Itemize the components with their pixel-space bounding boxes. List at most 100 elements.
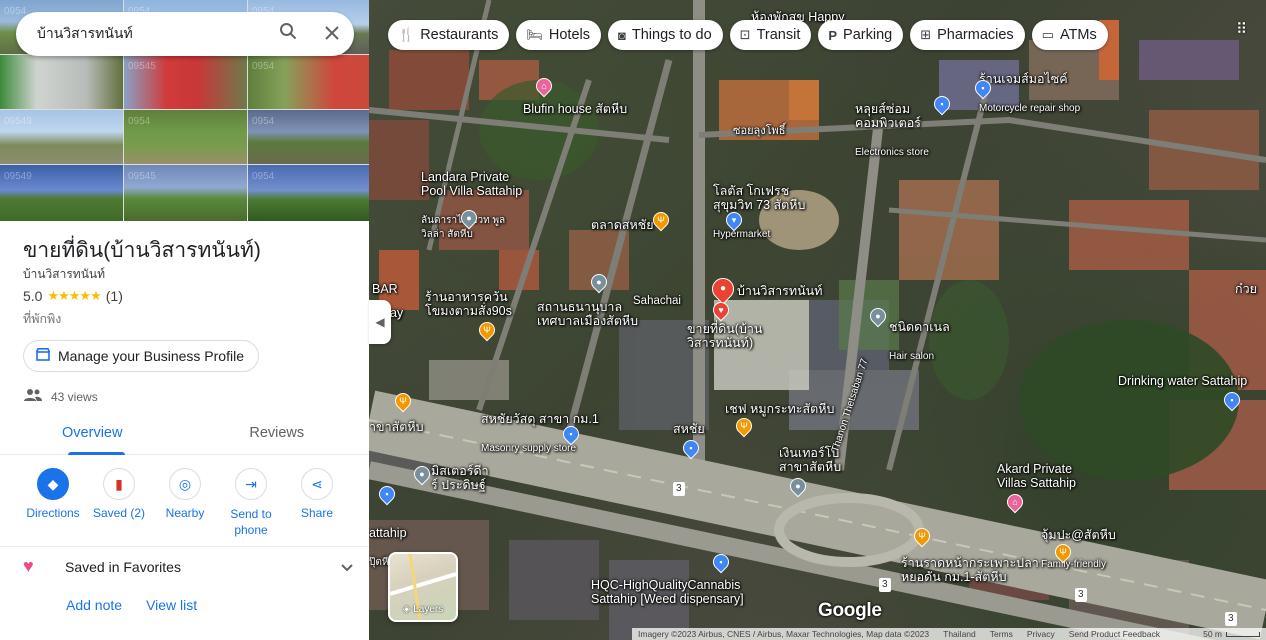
apps-grid-icon[interactable]: ⠿: [1236, 20, 1258, 42]
label-ratcha[interactable]: ร้านราดหน้ากระเพาะปลา หยอดัน กม.1-สัตหีบ: [901, 556, 1039, 584]
chip-parking[interactable]: P Parking: [818, 20, 904, 50]
place-photo[interactable]: 09545: [124, 165, 247, 221]
review-count[interactable]: (1): [106, 288, 123, 304]
store-pin-icon[interactable]: ▪: [559, 422, 583, 446]
footer-privacy[interactable]: Privacy: [1027, 629, 1055, 639]
label-lotus-name: โลตัส โกเฟรช สุขุมวิท 73 สัตหีบ: [713, 184, 806, 212]
saved-button[interactable]: ▮ Saved (2): [86, 468, 152, 538]
chip-atms[interactable]: ▭ ATMs: [1031, 20, 1108, 50]
label-place-pin[interactable]: บ้านวิสารทนันท์: [737, 284, 822, 298]
place-photo[interactable]: 0954: [248, 110, 369, 164]
label-place-pin-2[interactable]: ขายที่ดิน(บ้าน วิสารทนันท์): [687, 322, 762, 350]
action-label: Share: [300, 506, 334, 520]
manage-profile-button[interactable]: Manage your Business Profile: [23, 340, 259, 372]
people-icon: [23, 388, 43, 405]
add-note-link[interactable]: Add note: [66, 597, 122, 613]
chip-transit[interactable]: ⊡ Transit: [729, 20, 812, 50]
label-hqc[interactable]: HQC-HighQualityCannabis Sattahip [Weed d…: [591, 578, 744, 606]
view-list-link[interactable]: View list: [146, 597, 197, 613]
label-water[interactable]: Drinking water Sattahip: [1118, 374, 1247, 388]
store-pin-icon[interactable]: ▪: [375, 482, 399, 506]
label-computer[interactable]: หลุยส์ซ่อม คอมพิวเตอร์ Electronics store: [855, 88, 929, 158]
label-sattahip-name: attahip: [369, 526, 407, 540]
directions-button[interactable]: ◆ Directions: [20, 468, 86, 538]
tab-overview[interactable]: Overview: [0, 414, 185, 455]
bed-icon: 🛏: [526, 27, 543, 42]
label-kokui[interactable]: ก๋วย: [1235, 282, 1257, 296]
label-blufin[interactable]: Blufin house สัตหีบ: [523, 102, 627, 116]
layers-button[interactable]: ◈ Layers: [388, 552, 458, 622]
place-photo[interactable]: 09549: [0, 165, 123, 221]
satellite-map[interactable]: ห้องพักสุข Happy ร้านเจมส์มอไซค์ Motorcy…: [369, 0, 1266, 640]
chevron-down-icon[interactable]: [341, 559, 353, 575]
place-photo[interactable]: 0954: [248, 55, 369, 109]
label-restaurant[interactable]: ร้านอาหารควัน โขมงตามสั่ง90s: [425, 290, 512, 318]
search-icon[interactable]: [266, 22, 310, 46]
label-sahachai-2[interactable]: สหชัย: [673, 422, 705, 436]
chip-things-to-do[interactable]: ◙ Things to do: [608, 20, 723, 50]
heart-icon: ♥: [23, 556, 34, 576]
moto-pin-icon[interactable]: ▪: [971, 76, 995, 100]
hypermarket-pin-icon[interactable]: ▾: [722, 208, 746, 232]
store-pin-icon[interactable]: ▪: [709, 550, 733, 574]
collapse-panel-button[interactable]: ◀: [369, 300, 391, 344]
route-shield: 3: [673, 482, 685, 496]
market-pin-icon[interactable]: Ψ: [649, 208, 673, 232]
star-icon: ★★★★★: [47, 288, 101, 303]
send-to-phone-button[interactable]: ⇥ Send to phone: [218, 468, 284, 538]
hotel-pin-icon[interactable]: ●: [457, 206, 481, 230]
hotel-pin-icon[interactable]: ⌂: [532, 74, 556, 98]
place-photo[interactable]: 0954: [248, 165, 369, 221]
action-buttons: ◆ Directions ▮ Saved (2) ◎ Nearby ⇥ Send…: [0, 468, 369, 538]
footer-terms[interactable]: Terms: [990, 629, 1013, 639]
search-input[interactable]: บ้านวิสารทนันท์: [16, 23, 266, 45]
label-salon[interactable]: ชนิดดาเนล Hair salon: [889, 306, 950, 362]
place-photo[interactable]: 09545: [124, 55, 247, 109]
saved-in-list[interactable]: ♥ Saved in Favorites: [23, 556, 353, 577]
nearby-button[interactable]: ◎ Nearby: [152, 468, 218, 538]
chip-hotels[interactable]: 🛏 Hotels: [516, 20, 601, 50]
place-photo[interactable]: 0954: [124, 110, 247, 164]
route-shield: 3: [879, 578, 891, 592]
label-chef[interactable]: เชฟ หมูกระทะสัตหีบ: [725, 402, 834, 416]
label-health[interactable]: สถานธนานุบาล เทศบาลเมืองสัตหีบ: [537, 300, 638, 328]
hotel-pin-icon[interactable]: ⌂: [1003, 490, 1027, 514]
chip-pharmacies[interactable]: ⊞ Pharmacies: [910, 20, 1025, 50]
saved-heart-pin-icon[interactable]: ♥: [709, 298, 733, 322]
share-button[interactable]: ⋖ Share: [284, 468, 350, 538]
restaurant-pin-icon[interactable]: Ψ: [391, 389, 415, 413]
store-pin-icon[interactable]: ▪: [679, 436, 703, 460]
footer-feedback[interactable]: Send Product Feedback: [1069, 629, 1160, 639]
water-pin-icon[interactable]: ▪: [1220, 388, 1244, 412]
restaurant-pin-icon[interactable]: Ψ: [475, 318, 499, 342]
restaurant-pin-icon[interactable]: Ψ: [910, 524, 934, 548]
label-mister[interactable]: มิสเตอร์ดีา ร์ ประดิษฐ์: [431, 464, 489, 492]
map-scale[interactable]: 50 m: [1203, 629, 1266, 639]
footer-country[interactable]: Thailand: [943, 629, 976, 639]
restaurant-pin-icon[interactable]: Ψ: [732, 414, 756, 438]
finance-pin-icon[interactable]: ●: [786, 474, 810, 498]
label-akard[interactable]: Akard Private Villas Sattahip: [997, 462, 1076, 490]
place-category[interactable]: ที่พักพิง: [23, 309, 61, 329]
place-photo[interactable]: [0, 55, 123, 109]
place-pin-icon[interactable]: ●: [410, 462, 434, 486]
label-moto-sub: Motorcycle repair shop: [979, 103, 1081, 114]
close-icon[interactable]: [310, 23, 354, 46]
salon-pin-icon[interactable]: ●: [866, 304, 890, 328]
electronics-pin-icon[interactable]: ▪: [930, 92, 954, 116]
place-rating[interactable]: 5.0 ★★★★★ (1): [23, 288, 123, 304]
label-sahachai: Sahachai: [633, 295, 681, 307]
label-bar[interactable]: BAR: [372, 282, 398, 296]
chip-restaurants[interactable]: 🍴 Restaurants: [388, 20, 510, 50]
layers-icon: ◈: [402, 604, 414, 615]
tab-reviews[interactable]: Reviews: [185, 414, 370, 454]
label-jum[interactable]: จุ้มปะ@สัตหีบ Family-friendly: [1041, 514, 1116, 570]
chip-label: Things to do: [631, 27, 712, 43]
place-photo[interactable]: 09549: [0, 110, 123, 164]
label-market[interactable]: ตลาดสหชัย: [591, 218, 654, 232]
search-box[interactable]: บ้านวิสารทนันท์: [16, 12, 354, 56]
label-masonry[interactable]: สหชัยวัสดุ สาขา กม.1 Masonry supply stor…: [481, 398, 599, 454]
label-moto[interactable]: ร้านเจมส์มอไซค์ Motorcycle repair shop: [979, 58, 1080, 114]
government-pin-icon[interactable]: ●: [587, 270, 611, 294]
restaurant-pin-icon[interactable]: Ψ: [1051, 540, 1075, 564]
